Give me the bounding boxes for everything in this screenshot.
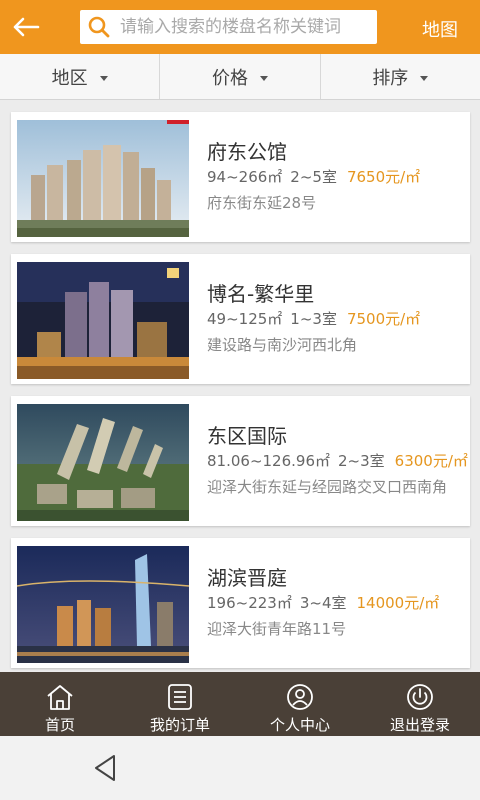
system-nav-bar [0,736,480,800]
nav-logout[interactable]: 退出登录 [360,672,480,736]
nav-orders[interactable]: 我的订单 [120,672,240,736]
listing-name: 博名-繁华里 [207,282,315,306]
listing-address: 迎泽大街东延与经园路交叉口西南角 [207,478,448,496]
nav-profile-label: 个人中心 [269,716,330,734]
listing-meta: 49~125㎡ 1~3室 7500元/㎡ [207,308,420,329]
bottom-nav: 首页 我的订单 个人中心 退出登录 [0,672,480,736]
nav-profile[interactable]: 个人中心 [240,672,360,736]
listing-rooms: 3~4室 [299,594,347,612]
nav-home[interactable]: 首页 [0,672,120,736]
nav-logout-label: 退出登录 [389,716,450,734]
listing-area: 94~266㎡ [207,168,283,186]
listing-photo [17,120,189,237]
listing-rooms: 2~3室 [338,452,385,470]
search-input[interactable] [114,12,370,42]
power-icon [406,682,434,712]
listing-price: 14000元/㎡ [356,594,440,612]
listing-price: 6300元/㎡ [394,452,468,470]
listing-meta: 94~266㎡ 2~5室 7650元/㎡ [207,166,420,187]
listing-name: 府东公馆 [207,140,287,164]
home-icon [45,682,75,712]
user-icon [286,682,314,712]
listing-card[interactable]: 东区国际 81.06~126.96㎡ 2~3室 6300元/㎡ 迎泽大街东延与经园路… [11,396,470,526]
app-header: 地图 [0,0,480,54]
filter-price[interactable]: 价格 [159,54,319,99]
search-icon [84,12,114,42]
caret-down-icon [420,75,429,81]
listing-area: 196~223㎡ [207,594,292,612]
nav-orders-label: 我的订单 [149,716,210,734]
filter-sort-label: 排序 [372,67,409,89]
listing-address: 府东街东延28号 [207,194,317,212]
map-button[interactable]: 地图 [422,16,458,42]
listing-price: 7500元/㎡ [346,310,421,328]
triangle-back-icon[interactable] [88,750,124,786]
back-button[interactable] [6,8,46,46]
filter-sort[interactable]: 排序 [319,54,480,99]
arrow-left-icon [13,17,40,37]
listing-card[interactable]: 博名-繁华里 49~125㎡ 1~3室 7500元/㎡ 建设路与南沙河西北角 [11,254,470,384]
listing-rooms: 2~5室 [290,168,337,186]
listing-photo [17,262,189,379]
listing-address: 建设路与南沙河西北角 [207,336,358,354]
listing-name: 湖滨晋庭 [207,566,287,590]
listing-photo [17,404,189,521]
listing-rooms: 1~3室 [290,310,337,328]
listing-photo [17,546,189,663]
listing-address: 迎泽大街青年路11号 [207,620,347,638]
listing-card[interactable]: 府东公馆 94~266㎡ 2~5室 7650元/㎡ 府东街东延28号 [11,112,470,242]
listing-meta: 81.06~126.96㎡ 2~3室 6300元/㎡ [207,450,468,471]
caret-down-icon [259,75,268,81]
listing-meta: 196~223㎡ 3~4室 14000元/㎡ [207,592,439,613]
listing-price: 7650元/㎡ [346,168,421,186]
nav-home-label: 首页 [44,716,75,734]
filter-price-label: 价格 [211,67,248,89]
listing-area: 81.06~126.96㎡ [207,452,330,470]
order-list-icon [167,682,193,712]
filter-region-label: 地区 [51,67,88,89]
listing-name: 东区国际 [207,424,287,448]
listing-area: 49~125㎡ [207,310,283,328]
listing-card[interactable]: 湖滨晋庭 196~223㎡ 3~4室 14000元/㎡ 迎泽大街青年路11号 [11,538,470,668]
caret-down-icon [99,75,108,81]
search-box[interactable] [80,10,377,44]
filter-region[interactable]: 地区 [0,54,159,99]
filter-bar: 地区 价格 排序 [0,54,480,100]
